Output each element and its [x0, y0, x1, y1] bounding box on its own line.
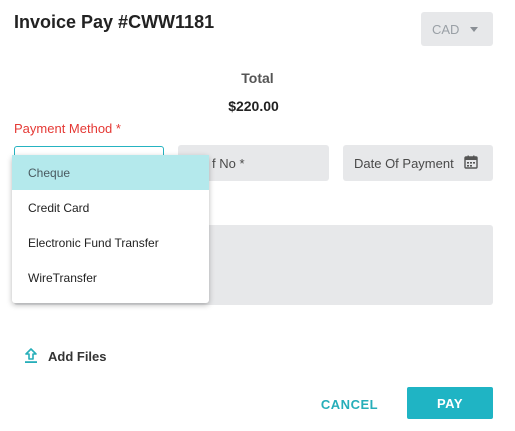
date-of-payment-field[interactable]: Date Of Payment	[343, 145, 493, 181]
option-wire-transfer[interactable]: WireTransfer	[12, 260, 209, 295]
add-files-button[interactable]: Add Files	[24, 348, 107, 364]
add-files-label: Add Files	[48, 348, 107, 364]
reference-number-placeholder: f No *	[212, 155, 245, 171]
option-cheque[interactable]: Cheque	[12, 155, 209, 190]
dialog-title: Invoice Pay #CWW1181	[14, 12, 215, 32]
invoice-pay-dialog: Invoice Pay #CWW1181 CAD Total $220.00 P…	[0, 0, 515, 431]
total-amount: $220.00	[228, 98, 279, 114]
payment-method-dropdown: Cheque Credit Card Electronic Fund Trans…	[12, 155, 209, 303]
currency-value: CAD	[432, 21, 460, 37]
date-of-payment-placeholder: Date Of Payment	[354, 155, 454, 171]
caret-down-icon	[470, 27, 478, 32]
currency-select[interactable]: CAD	[421, 12, 493, 46]
total-label: Total	[241, 70, 274, 86]
pay-button[interactable]: PAY	[407, 387, 493, 419]
calendar-icon[interactable]	[464, 155, 478, 169]
upload-icon	[25, 348, 37, 363]
payment-method-label: Payment Method *	[14, 121, 121, 136]
cancel-button[interactable]: CANCEL	[312, 390, 387, 418]
option-electronic-fund-transfer[interactable]: Electronic Fund Transfer	[12, 225, 209, 260]
option-credit-card[interactable]: Credit Card	[12, 190, 209, 225]
